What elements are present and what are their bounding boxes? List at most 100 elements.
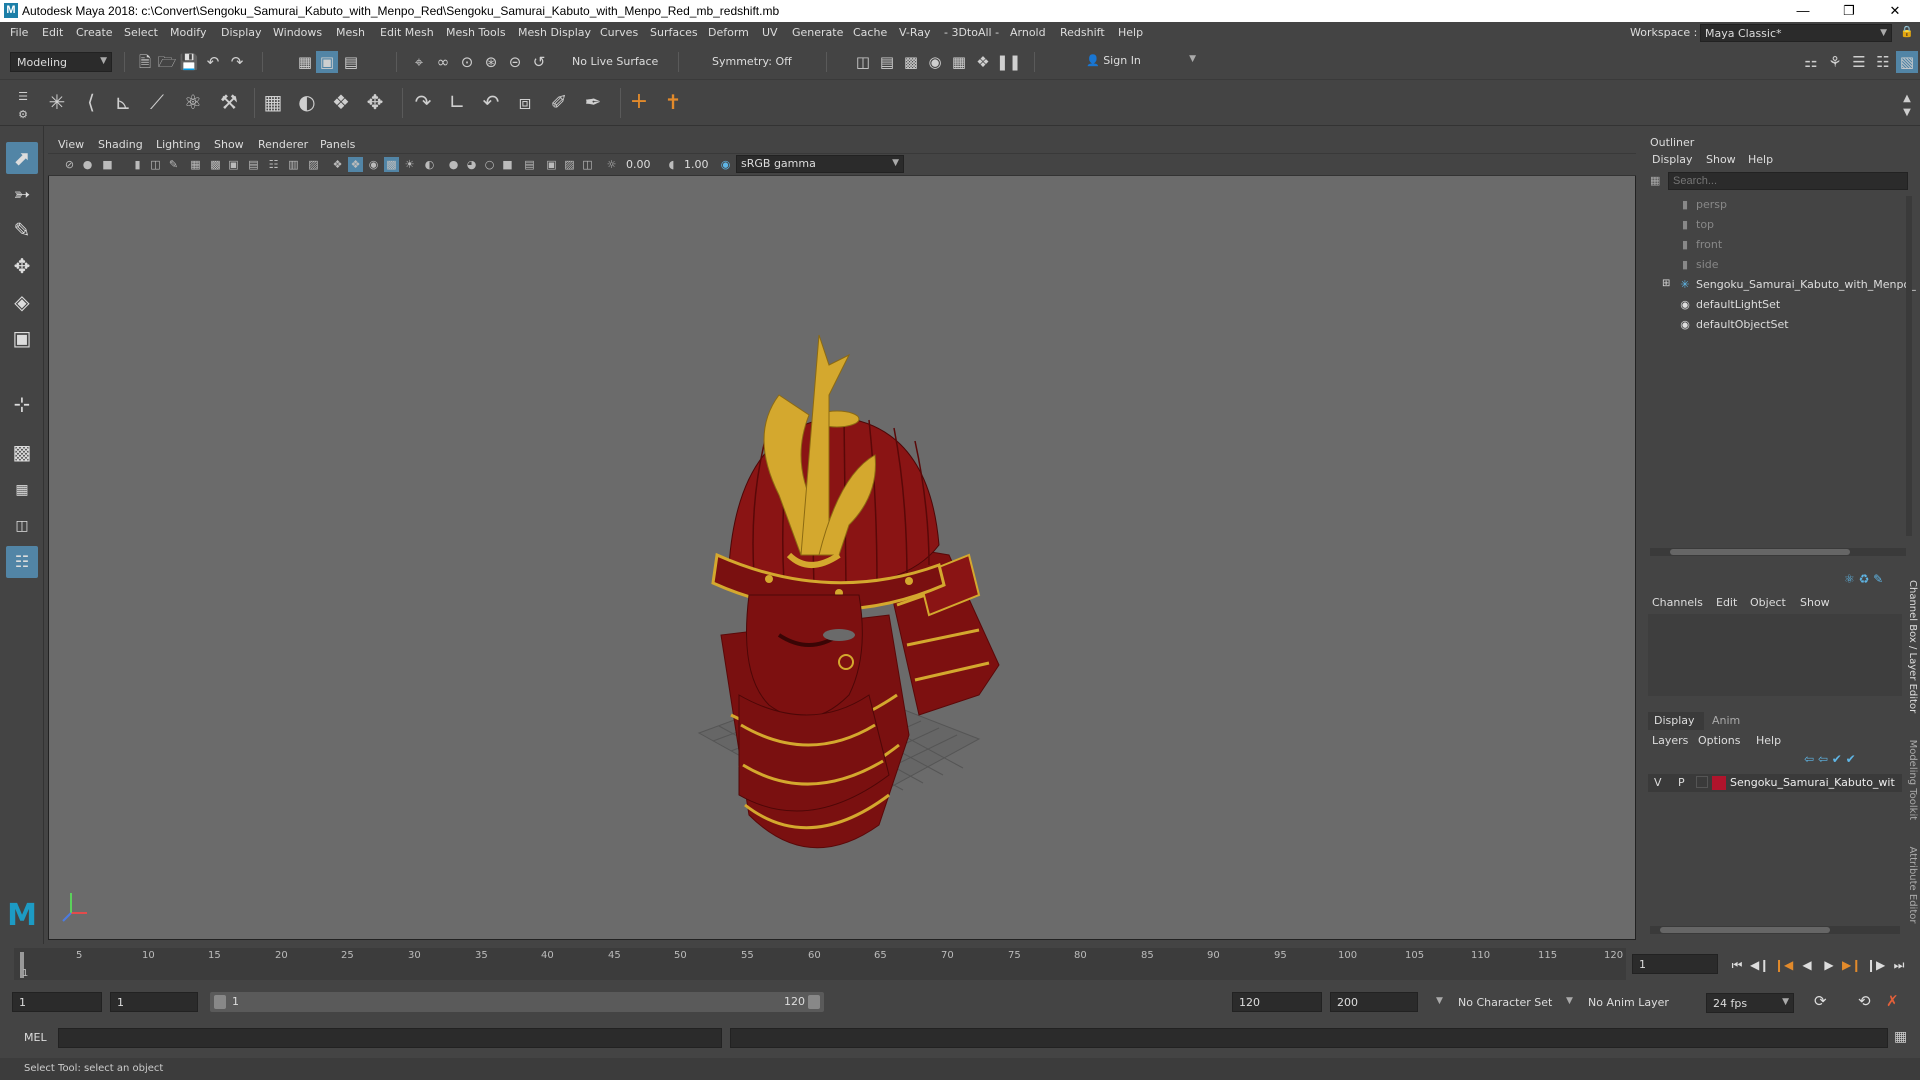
hypershade-icon[interactable]: ◉ — [924, 51, 946, 73]
menu-set-dropdown[interactable]: Modeling ▼ — [10, 52, 112, 72]
undo-icon[interactable]: ↶ — [202, 51, 224, 73]
loop-icon[interactable]: ⟳ — [1814, 992, 1827, 1010]
viewport-menu-shading[interactable]: Shading — [98, 138, 143, 151]
xray-icon[interactable]: ▣ — [544, 157, 559, 172]
humanik-icon[interactable]: ⚛ — [182, 91, 204, 113]
ambient-occlusion-icon[interactable]: ● — [446, 157, 461, 172]
layer-menu-layers[interactable]: Layers — [1652, 734, 1688, 747]
outliner-menu-display[interactable]: Display — [1652, 153, 1693, 166]
side-tab-channel-box[interactable]: Channel Box / Layer Editor — [1907, 580, 1918, 713]
playback-end-field[interactable]: 120 — [1232, 992, 1322, 1012]
channel-box-icon[interactable]: ▧ — [1896, 51, 1918, 73]
open-scene-icon[interactable]: 🗁 — [156, 51, 178, 73]
new-scene-icon[interactable]: 🗎 — [134, 51, 156, 73]
go-to-start-icon[interactable]: ⏮ — [1728, 956, 1746, 974]
outliner-horizontal-scrollbar[interactable] — [1650, 548, 1906, 556]
delete-keyframe-icon[interactable]: ✝ — [662, 91, 684, 113]
use-all-lights-icon[interactable]: ☀ — [402, 157, 417, 172]
menu-mesh-tools[interactable]: Mesh Tools — [446, 26, 506, 39]
layer-name[interactable]: Sengoku_Samurai_Kabuto_wit — [1730, 776, 1895, 789]
outliner-item-helmet[interactable]: ⊞ ✳ Sengoku_Samurai_Kabuto_with_Menpo_ — [1644, 276, 1916, 294]
smooth-shade-icon[interactable]: ❖ — [348, 157, 363, 172]
wireframe-on-shaded-icon[interactable]: ◉ — [366, 157, 381, 172]
persp-outliner-icon[interactable]: ◫ — [6, 510, 38, 542]
tool-settings-icon[interactable]: ☷ — [1872, 51, 1894, 73]
shelf-scroll-down-icon[interactable]: ▼ — [1896, 102, 1918, 124]
layer-menu-help[interactable]: Help — [1756, 734, 1781, 747]
channel-menu-channels[interactable]: Channels — [1652, 596, 1703, 609]
move-tool-icon[interactable]: ✥ — [6, 250, 38, 282]
channel-menu-edit[interactable]: Edit — [1716, 596, 1737, 609]
backface-culling-icon[interactable]: ◫ — [580, 157, 595, 172]
redo-icon[interactable]: ↷ — [226, 51, 248, 73]
symmetry-dropdown[interactable]: Symmetry: Off — [706, 52, 806, 72]
menu-help[interactable]: Help — [1118, 26, 1143, 39]
sign-in-button[interactable]: 👤 Sign In ▼ — [1080, 51, 1200, 71]
menu-windows[interactable]: Windows — [273, 26, 322, 39]
outliner-item-defaultlightset[interactable]: ◉ defaultLightSet — [1644, 296, 1914, 314]
wireframe-icon[interactable]: ❖ — [330, 157, 345, 172]
depth-of-field-icon[interactable]: ■ — [500, 157, 515, 172]
viewport-menu-renderer[interactable]: Renderer — [258, 138, 308, 151]
menu-uv[interactable]: UV — [762, 26, 778, 39]
current-frame-field[interactable]: 1 — [1632, 954, 1718, 974]
textured-icon[interactable]: ▩ — [384, 157, 399, 172]
animation-end-field[interactable]: 200 — [1330, 992, 1418, 1012]
xray-joints-icon[interactable]: ▨ — [562, 157, 577, 172]
anti-aliasing-icon[interactable]: ○ — [482, 157, 497, 172]
snap-surface-icon[interactable]: ⊝ — [504, 51, 526, 73]
live-surface-field[interactable]: No Live Surface — [566, 52, 664, 72]
side-tab-attribute-editor[interactable]: Attribute Editor — [1907, 847, 1918, 924]
channel-menu-object[interactable]: Object — [1750, 596, 1786, 609]
pause-icon[interactable]: ❚❚ — [996, 51, 1021, 73]
viewport[interactable]: persp — [48, 134, 1636, 1072]
save-scene-icon[interactable]: 💾 — [178, 51, 200, 73]
quick-rig-icon[interactable]: ⚒ — [218, 91, 240, 113]
isolate-select-icon[interactable]: ▤ — [522, 157, 537, 172]
four-view-icon[interactable]: ▦ — [6, 474, 38, 506]
exposure-field[interactable]: 0.00 — [622, 157, 658, 173]
redshift-icon[interactable]: ❖ — [972, 51, 994, 73]
menu-edit-mesh[interactable]: Edit Mesh — [380, 26, 434, 39]
field-chart-icon[interactable]: ☷ — [266, 157, 281, 172]
exposure-icon[interactable]: ☼ — [604, 157, 619, 172]
lasso-tool-icon[interactable]: ➳ — [6, 178, 38, 210]
outliner-item-defaultobjectset[interactable]: ◉ defaultObjectSet — [1644, 316, 1914, 334]
ik-spline-icon[interactable]: ⟋ — [146, 91, 168, 113]
script-editor-icon[interactable]: ▦ — [1894, 1029, 1907, 1045]
menu-mesh[interactable]: Mesh — [336, 26, 365, 39]
constraint-point-icon[interactable]: ∟ — [446, 91, 468, 113]
add-keyframe-icon[interactable]: + — [628, 91, 650, 113]
menu-file[interactable]: File — [10, 26, 28, 39]
last-tool-icon[interactable]: ⊹ — [6, 388, 38, 420]
viewport-menu-panels[interactable]: Panels — [320, 138, 355, 151]
grid-toggle-icon[interactable]: ▦ — [188, 157, 203, 172]
select-camera-icon[interactable]: ⊘ — [62, 157, 77, 172]
character-set-label[interactable]: No Character Set — [1458, 996, 1552, 1009]
maximize-button[interactable]: ❐ — [1826, 0, 1872, 22]
menu-create[interactable]: Create — [76, 26, 113, 39]
menu-generate[interactable]: Generate — [792, 26, 843, 39]
layer-reference-toggle[interactable] — [1696, 776, 1708, 788]
anim-preferences-icon[interactable]: ✗ — [1886, 992, 1899, 1010]
menu-modify[interactable]: Modify — [170, 26, 206, 39]
snap-point-icon[interactable]: ⊙ — [456, 51, 478, 73]
outliner-menu-show[interactable]: Show — [1706, 153, 1736, 166]
menu-surfaces[interactable]: Surfaces — [650, 26, 698, 39]
menu-arnold[interactable]: Arnold — [1010, 26, 1046, 39]
menu-redshift[interactable]: Redshift — [1060, 26, 1105, 39]
motion-blur-icon[interactable]: ◕ — [464, 157, 479, 172]
select-object-icon[interactable]: ▣ — [316, 51, 338, 73]
scale-tool-icon[interactable]: ▣ — [6, 322, 38, 354]
menu-select[interactable]: Select — [124, 26, 158, 39]
shadows-icon[interactable]: ◐ — [422, 157, 437, 172]
2d-pan-icon[interactable]: ◫ — [148, 157, 163, 172]
outliner-menu-help[interactable]: Help — [1748, 153, 1773, 166]
safe-action-icon[interactable]: ▥ — [286, 157, 301, 172]
bind-skin-icon[interactable]: ▦ — [262, 91, 284, 113]
constraint-pole-icon[interactable]: ✒ — [582, 91, 604, 113]
viewport-menu-show[interactable]: Show — [214, 138, 244, 151]
range-end-handle[interactable] — [808, 995, 820, 1009]
gate-mask-icon[interactable]: ▤ — [246, 157, 261, 172]
ipr-render-icon[interactable]: ▤ — [876, 51, 898, 73]
